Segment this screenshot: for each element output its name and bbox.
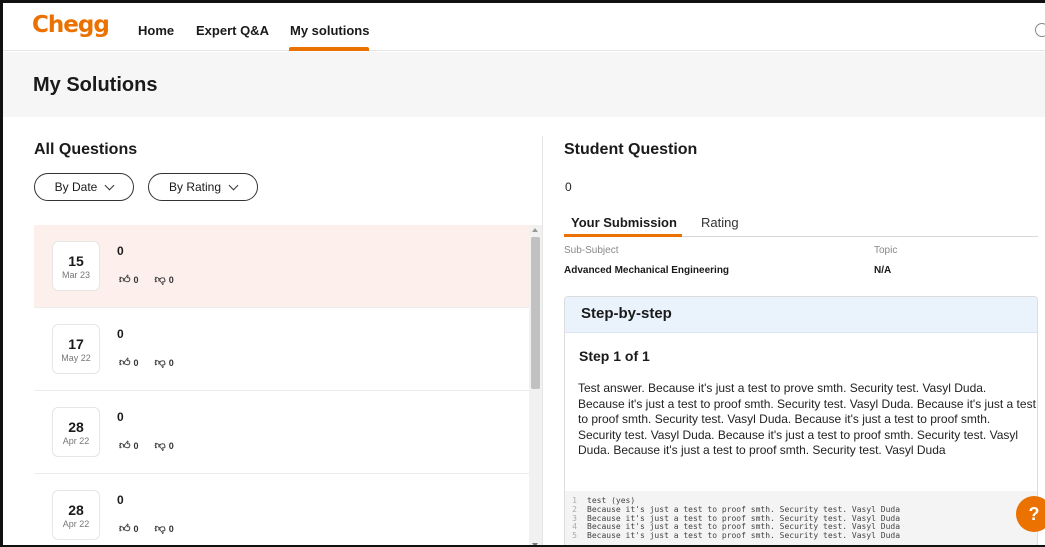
dislike-count: 0 [168, 523, 174, 534]
thumbs-up-icon: 👍︎ [119, 357, 131, 369]
student-question-body: 0 [565, 180, 572, 194]
code-line: 5 Because it's just a test to proof smth.… [565, 531, 1037, 541]
filter-by-rating-label: By Rating [168, 180, 222, 194]
question-list-scrollbar[interactable] [529, 225, 542, 545]
step-answer-text: Test answer. Because it's just a test to… [578, 381, 1036, 458]
topic-label: Topic [874, 245, 898, 256]
step-card-header: Step-by-step [565, 297, 1037, 333]
question-list-item[interactable]: 28 Apr 22 0 👍︎ 0 👎︎ 0 [34, 391, 529, 474]
question-list: 15 Mar 23 0 👍︎ 0 👎︎ 0 17 May 22 0 👍︎ 0 👎… [34, 225, 529, 545]
user-icon[interactable] [1035, 23, 1045, 37]
tab-rating[interactable]: Rating [701, 215, 739, 230]
date-month: May 22 [61, 353, 91, 363]
like-count: 0 [133, 274, 139, 285]
vote-counts: 👍︎ 0 👎︎ 0 [119, 522, 174, 535]
vote-counts: 👍︎ 0 👎︎ 0 [119, 439, 174, 452]
question-title: 0 [117, 327, 124, 341]
question-list-item[interactable]: 17 May 22 0 👍︎ 0 👎︎ 0 [34, 308, 529, 391]
all-questions-heading: All Questions [34, 141, 138, 158]
date-badge: 15 Mar 23 [52, 241, 100, 291]
question-list-item[interactable]: 15 Mar 23 0 👍︎ 0 👎︎ 0 [34, 225, 529, 308]
tab-your-submission[interactable]: Your Submission [571, 215, 677, 230]
step-card-title: Step-by-step [581, 305, 672, 322]
nav-expert-qa-link[interactable]: Expert Q&A [196, 23, 269, 38]
date-day: 28 [68, 502, 84, 518]
scroll-down-arrow-icon[interactable] [532, 543, 538, 545]
nav-my-solutions-link[interactable]: My solutions [290, 23, 369, 38]
date-day: 15 [68, 253, 84, 269]
step-by-step-card: Step-by-step Step 1 of 1 Test answer. Be… [564, 296, 1038, 545]
like-count: 0 [133, 357, 139, 368]
filter-by-rating-button[interactable]: By Rating [148, 173, 258, 201]
page-header: My Solutions [3, 52, 1045, 117]
active-nav-indicator [289, 47, 369, 51]
thumbs-down-icon: 👎︎ [154, 523, 166, 535]
nav-home-link[interactable]: Home [138, 23, 174, 38]
thumbs-up-icon: 👍︎ [119, 274, 131, 286]
date-month: Mar 23 [61, 270, 90, 280]
line-number: 5 [572, 531, 577, 541]
topic-value: N/A [874, 265, 892, 276]
active-tab-indicator [564, 234, 682, 237]
chevron-down-icon [104, 180, 115, 190]
thumbs-up-icon: 👍︎ [119, 523, 131, 535]
submission-tabs: Your Submission Rating [564, 210, 1038, 237]
thumbs-up-icon: 👍︎ [119, 440, 131, 452]
top-nav: Chegg Home Expert Q&A My solutions [3, 3, 1045, 51]
app-window: Chegg Home Expert Q&A My solutions My So… [0, 0, 1045, 547]
scroll-up-arrow-icon[interactable] [532, 228, 538, 232]
help-button[interactable]: ? [1016, 496, 1045, 532]
chevron-down-icon [228, 180, 239, 190]
thumbs-down-icon: 👎︎ [154, 274, 166, 286]
date-day: 17 [68, 336, 84, 352]
date-month: Apr 22 [62, 436, 90, 446]
question-title: 0 [117, 493, 124, 507]
sub-subject-label: Sub-Subject [564, 245, 619, 256]
date-badge: 17 May 22 [52, 324, 100, 374]
scrollbar-thumb[interactable] [531, 237, 540, 389]
dislike-count: 0 [168, 357, 174, 368]
sub-subject-value: Advanced Mechanical Engineering [564, 265, 730, 276]
thumbs-down-icon: 👎︎ [154, 357, 166, 369]
like-count: 0 [133, 523, 139, 534]
date-badge: 28 Apr 22 [52, 490, 100, 540]
code-block: 1 test (yes) 2 Because it's just a test to… [565, 491, 1037, 545]
vote-counts: 👍︎ 0 👎︎ 0 [119, 273, 174, 286]
question-title: 0 [117, 410, 124, 424]
page-title: My Solutions [33, 74, 158, 96]
code-text: Because it's just a test to proof smth. … [587, 531, 901, 541]
question-title: 0 [117, 244, 124, 258]
date-day: 28 [68, 419, 84, 435]
student-question-heading: Student Question [564, 141, 698, 158]
vote-counts: 👍︎ 0 👎︎ 0 [119, 356, 174, 369]
date-month: Apr 22 [62, 519, 90, 529]
dislike-count: 0 [168, 440, 174, 451]
chegg-logo[interactable]: Chegg [32, 12, 110, 38]
like-count: 0 [133, 440, 139, 451]
date-badge: 28 Apr 22 [52, 407, 100, 457]
column-divider [542, 136, 543, 545]
dislike-count: 0 [168, 274, 174, 285]
step-label: Step 1 of 1 [579, 348, 650, 364]
thumbs-down-icon: 👎︎ [154, 440, 166, 452]
filter-by-date-button[interactable]: By Date [34, 173, 134, 201]
filter-by-date-label: By Date [54, 180, 98, 194]
question-list-item[interactable]: 28 Apr 22 0 👍︎ 0 👎︎ 0 [34, 474, 529, 545]
